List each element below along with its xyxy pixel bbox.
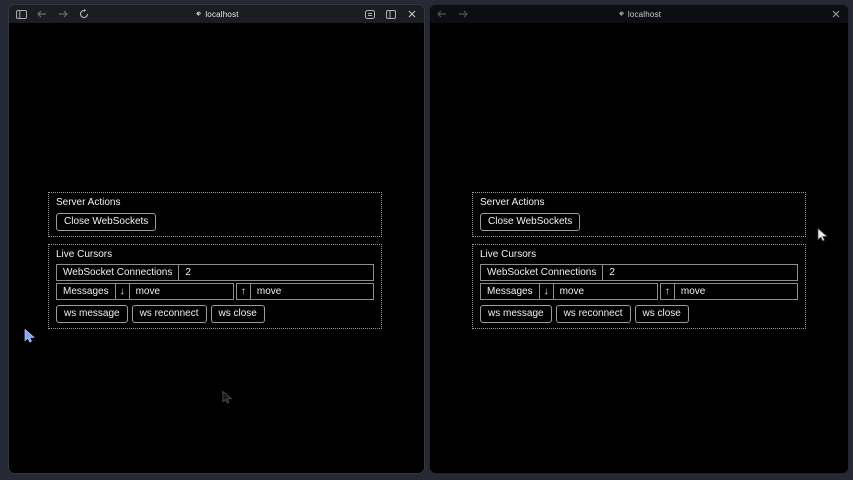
forward-icon[interactable] <box>457 8 469 20</box>
forward-icon[interactable] <box>57 8 69 20</box>
live-cursors-title: Live Cursors <box>480 249 798 261</box>
messages-row: Messages ↓ move ↑ move <box>56 283 374 300</box>
down-message-value: move <box>554 284 657 299</box>
page-content: Server Actions Close WebSockets Live Cur… <box>430 23 848 474</box>
connections-row: WebSocket Connections 2 <box>56 264 374 281</box>
toolbar-left <box>15 8 90 20</box>
messages-label: Messages <box>57 284 116 299</box>
ws-reconnect-button[interactable]: ws reconnect <box>132 305 207 323</box>
ws-buttons-row: ws message ws reconnect ws close <box>480 303 798 323</box>
up-arrow-icon: ↑ <box>237 284 251 299</box>
messages-down-group: Messages ↓ move <box>56 283 234 300</box>
link-icon <box>617 10 625 18</box>
server-actions-title: Server Actions <box>480 197 798 209</box>
browser-window-right: localhost Server Actions Close WebSocket… <box>429 4 849 474</box>
up-message-value: move <box>251 284 373 299</box>
pointer-cursor-white <box>817 228 828 242</box>
messages-up-group: ↑ move <box>660 283 798 300</box>
ws-demo-panel: Server Actions Close WebSockets Live Cur… <box>48 192 382 336</box>
live-cursors-section: Live Cursors WebSocket Connections 2 Mes… <box>48 244 382 329</box>
remote-cursor-blue <box>24 329 35 343</box>
messages-up-group: ↑ move <box>236 283 374 300</box>
messages-label: Messages <box>481 284 540 299</box>
connections-label: WebSocket Connections <box>481 265 603 280</box>
connections-value: 2 <box>179 265 373 280</box>
toolbar-right <box>364 8 418 20</box>
live-cursors-section: Live Cursors WebSocket Connections 2 Mes… <box>472 244 806 329</box>
down-arrow-icon: ↓ <box>540 284 554 299</box>
server-actions-section: Server Actions Close WebSockets <box>48 192 382 237</box>
link-icon <box>194 10 202 18</box>
ws-buttons-row: ws message ws reconnect ws close <box>56 303 374 323</box>
close-icon[interactable] <box>830 8 842 20</box>
remote-cursor-faint <box>222 391 232 404</box>
address-title: localhost <box>430 5 848 23</box>
toolbar-left <box>436 8 469 20</box>
messages-row: Messages ↓ move ↑ move <box>480 283 798 300</box>
up-arrow-icon: ↑ <box>661 284 675 299</box>
down-arrow-icon: ↓ <box>116 284 130 299</box>
title-bar[interactable]: localhost <box>430 5 848 23</box>
messages-down-group: Messages ↓ move <box>480 283 658 300</box>
ws-message-button[interactable]: ws message <box>480 305 552 323</box>
connections-label: WebSocket Connections <box>57 265 179 280</box>
live-cursors-title: Live Cursors <box>56 249 374 261</box>
split-view-icon[interactable] <box>385 8 397 20</box>
connections-value: 2 <box>603 265 797 280</box>
close-websockets-button[interactable]: Close WebSockets <box>56 213 156 231</box>
up-message-value: move <box>675 284 797 299</box>
title-bar[interactable]: localhost <box>9 5 424 23</box>
reload-icon[interactable] <box>78 8 90 20</box>
close-icon[interactable] <box>406 8 418 20</box>
connections-row: WebSocket Connections 2 <box>480 264 798 281</box>
page-title: localhost <box>628 10 661 19</box>
ws-demo-panel: Server Actions Close WebSockets Live Cur… <box>472 192 806 336</box>
ws-close-button[interactable]: ws close <box>635 305 689 323</box>
reader-icon[interactable] <box>364 8 376 20</box>
ws-reconnect-button[interactable]: ws reconnect <box>556 305 631 323</box>
toolbar-right <box>830 8 842 20</box>
page-content: Server Actions Close WebSockets Live Cur… <box>9 23 424 474</box>
down-message-value: move <box>130 284 233 299</box>
ws-message-button[interactable]: ws message <box>56 305 128 323</box>
back-icon[interactable] <box>436 8 448 20</box>
back-icon[interactable] <box>36 8 48 20</box>
server-actions-title: Server Actions <box>56 197 374 209</box>
sidebar-icon[interactable] <box>15 8 27 20</box>
close-websockets-button[interactable]: Close WebSockets <box>480 213 580 231</box>
ws-close-button[interactable]: ws close <box>211 305 265 323</box>
browser-window-left: localhost Server Actions Close WebSocket… <box>8 4 425 474</box>
page-title: localhost <box>205 10 238 19</box>
server-actions-section: Server Actions Close WebSockets <box>472 192 806 237</box>
